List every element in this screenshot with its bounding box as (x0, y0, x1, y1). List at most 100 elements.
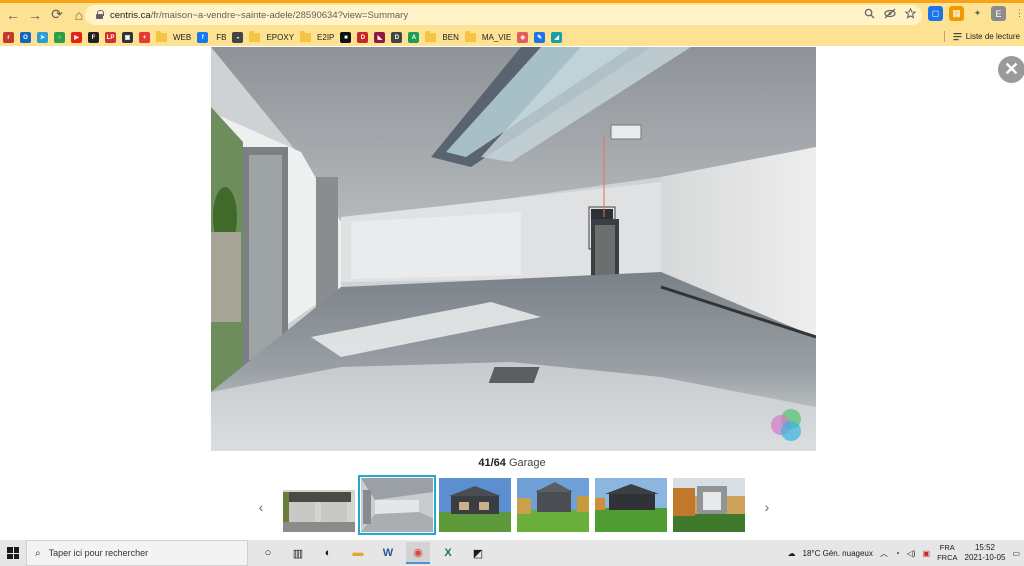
folder-icon (156, 31, 167, 42)
bm-shield-icon: ◈ (517, 32, 529, 43)
bm-bird[interactable]: ◣ (374, 32, 386, 43)
bm-epoxy-label: EPOXY (266, 33, 295, 42)
windows-taskbar: ⌕ Taper ici pour rechercher ○ ▥ ◐ ▬ W ◉ X ◩ ☁ 1… (0, 540, 1024, 566)
bm-dark[interactable]: ■ (340, 32, 352, 43)
eye-off-icon[interactable] (884, 8, 896, 19)
weather-text[interactable]: 18°C Gén. nuageux (803, 549, 873, 558)
bm-car-icon: ◒ (232, 32, 244, 43)
back-button[interactable]: ← (4, 6, 22, 24)
ext-grid-icon[interactable]: ▦ (949, 6, 964, 21)
ext-epoxy-icon[interactable]: E (991, 6, 1006, 21)
clock[interactable]: 15:52 2021-10-05 (965, 543, 1006, 563)
thumbnail-garage-interior[interactable] (358, 475, 436, 535)
bm-lp[interactable]: LP (105, 32, 116, 43)
lock-icon[interactable] (94, 10, 104, 20)
bm-ben[interactable]: BEN (425, 31, 459, 42)
thumbnail-house-3[interactable] (595, 478, 667, 532)
reload-button[interactable]: ⟳ (48, 6, 66, 24)
bm-ben-label: BEN (442, 33, 459, 42)
bm-facebook-icon: f (197, 32, 209, 43)
bm-telegram[interactable]: ➤ (37, 32, 48, 43)
system-tray: ☁ 18°C Gén. nuageux ︿ ◔ ◁) ▣ FRA FRCA 15… (788, 540, 1021, 566)
bm-fb-label: FB (216, 33, 227, 42)
bm-facebook[interactable]: f (197, 32, 209, 43)
folder-icon (464, 31, 476, 42)
bm-web-label: WEB (173, 33, 192, 42)
thumbnail-house-2[interactable] (517, 478, 589, 532)
bm-f[interactable]: F (88, 32, 99, 43)
search-icon[interactable] (864, 8, 875, 19)
reading-list-button[interactable]: Liste de lecture (944, 31, 1020, 42)
url-host: centris.ca (110, 9, 151, 21)
notification-app-icon[interactable]: ▣ (923, 549, 931, 558)
excel-icon[interactable]: X (436, 542, 460, 564)
language-indicator[interactable]: FRA FRCA (937, 543, 957, 563)
bm-outlook[interactable]: O (20, 32, 31, 43)
bm-dark-icon: ■ (340, 32, 352, 43)
bm-blue-a-icon: ✎ (534, 32, 546, 43)
bm-red-d[interactable]: D (357, 32, 369, 43)
bm-green-a[interactable]: A (408, 32, 420, 43)
bookmark-star-icon[interactable] (905, 8, 916, 19)
bm-epoxy[interactable]: EPOXY (249, 31, 295, 42)
bm-blue-a[interactable]: ✎ (534, 32, 546, 43)
bm-d[interactable]: D (391, 32, 403, 43)
folder-icon (249, 31, 261, 42)
wifi-icon[interactable]: ◔ (895, 549, 900, 558)
photo-caption-text: Garage (508, 457, 546, 469)
next-arrow-icon[interactable]: › (760, 497, 774, 517)
thumbnail-house-4[interactable] (673, 478, 745, 532)
widgets-icon[interactable]: ▥ (286, 542, 310, 564)
bm-box[interactable]: ▣ (122, 32, 133, 43)
bm-teal-icon: ◢ (551, 32, 563, 43)
forward-button[interactable]: → (26, 6, 44, 24)
task-view-icon[interactable]: ○ (256, 542, 280, 564)
taskbar-search[interactable]: ⌕ Taper ici pour rechercher (26, 540, 248, 566)
bm-ma-vie[interactable]: MA_VIE (464, 31, 512, 42)
search-icon: ⌕ (35, 547, 41, 559)
folder-icon (300, 31, 312, 42)
thumbnail-garage-exterior[interactable] (283, 478, 355, 532)
bm-e2ip-label: E2IP (317, 33, 335, 42)
main-photo-garage[interactable] (211, 47, 816, 451)
ext-square-icon[interactable]: ◻ (928, 6, 943, 21)
garage-photo (211, 47, 816, 451)
bm-shield[interactable]: ◈ (517, 32, 529, 43)
file-explorer-icon[interactable]: ▬ (346, 542, 370, 564)
bm-ma-vie-label: MA_VIE (481, 33, 512, 42)
bm-radio[interactable]: r (3, 32, 14, 43)
folder-icon (425, 31, 437, 42)
bm-radio-icon: r (3, 32, 14, 43)
word-icon[interactable]: W (376, 542, 400, 564)
thumbnail-house-1[interactable] (439, 478, 511, 532)
chevron-up-icon[interactable]: ︿ (880, 548, 888, 559)
app-paint-icon[interactable]: ◐ (316, 542, 340, 564)
windows-icon (7, 547, 19, 559)
bm-outlook-icon: O (20, 32, 31, 43)
bm-e2ip[interactable]: E2IP (300, 31, 335, 42)
prev-arrow-icon[interactable]: ‹ (254, 497, 268, 517)
bm-teal[interactable]: ◢ (551, 32, 563, 43)
volume-icon[interactable]: ◁) (907, 549, 916, 558)
address-bar[interactable]: centris.ca/fr/maison~a-vendre~sainte-ade… (85, 5, 922, 25)
weather-icon[interactable]: ☁ (788, 549, 796, 558)
reading-list-label: Liste de lecture (965, 32, 1020, 41)
bm-bird-icon: ◣ (374, 32, 386, 43)
bm-fb[interactable]: FB (214, 33, 226, 42)
browser-toolbar: ← → ⟳ ⌂ centris.ca/fr/maison~a-vendre~sa… (0, 0, 1024, 29)
bm-youtube[interactable]: ▶ (71, 32, 82, 43)
start-button[interactable] (0, 540, 26, 566)
bm-swiss[interactable]: + (139, 32, 150, 43)
bm-car[interactable]: ◒ (232, 32, 244, 43)
bm-web[interactable]: WEB (156, 31, 192, 42)
taskbar-search-placeholder: Taper ici pour rechercher (48, 548, 149, 558)
chrome-icon[interactable]: ◉ (406, 542, 430, 564)
bm-circle[interactable]: ○ (54, 32, 65, 43)
bm-box-icon: ▣ (122, 32, 133, 43)
notifications-icon[interactable]: ▭ (1012, 549, 1020, 558)
app-tool-icon[interactable]: ◩ (466, 542, 490, 564)
extensions-puzzle-icon[interactable]: ✦ (970, 6, 985, 21)
close-button[interactable]: ✕ (998, 56, 1024, 83)
bm-swiss-icon: + (139, 32, 150, 43)
menu-icon[interactable]: ⋮ (1012, 6, 1024, 21)
